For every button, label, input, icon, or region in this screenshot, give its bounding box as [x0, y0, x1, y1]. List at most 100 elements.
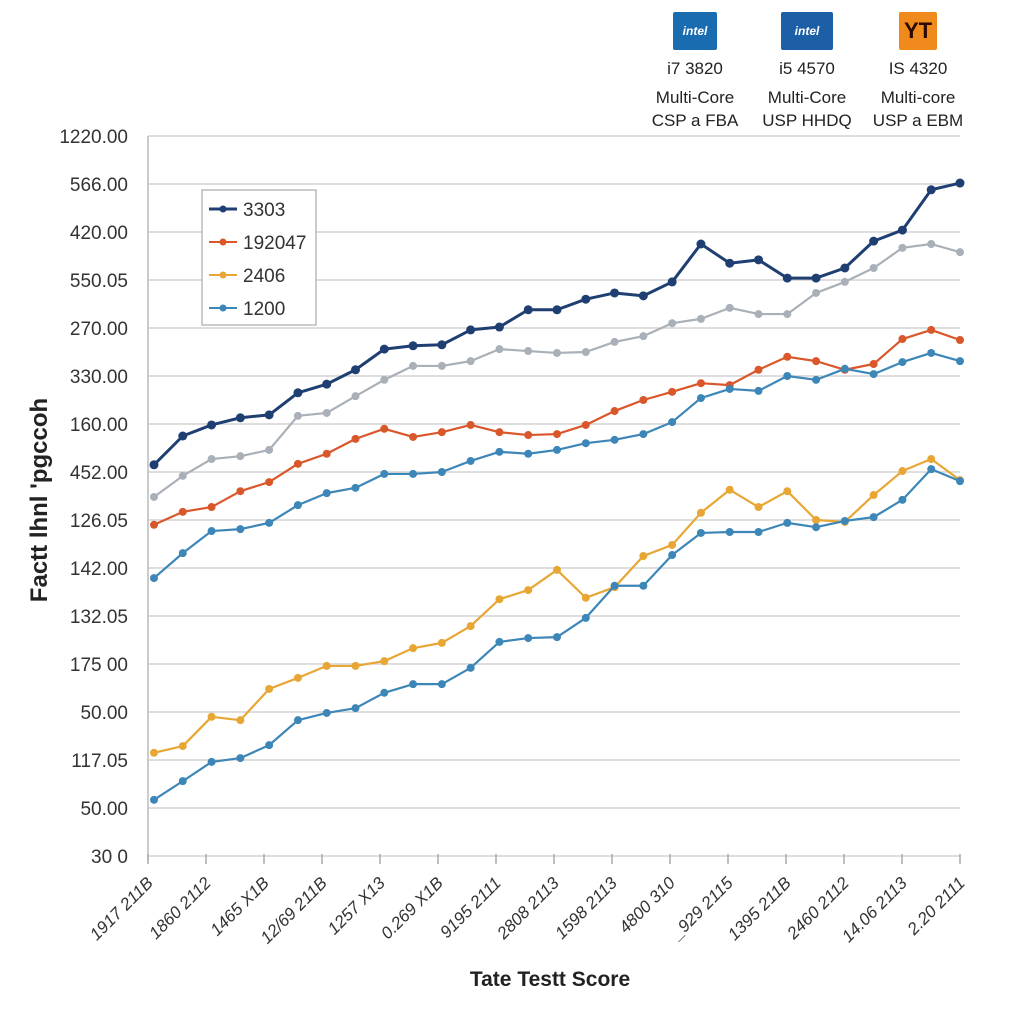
- data-point: [668, 551, 677, 560]
- data-point: [956, 248, 964, 257]
- data-point: [696, 394, 705, 403]
- data-point: [927, 348, 936, 357]
- data-point: [956, 477, 964, 486]
- data-point: [783, 518, 792, 527]
- data-point: [926, 185, 936, 195]
- data-point: [524, 347, 533, 356]
- data-point: [322, 408, 331, 417]
- data-point: [725, 384, 734, 393]
- data-point: [437, 638, 446, 647]
- data-point: [840, 277, 849, 286]
- x-tick-label: 2.20 2111: [903, 873, 969, 939]
- y-tick-label: 175 00: [70, 655, 128, 676]
- data-point: [869, 264, 878, 272]
- y-tick-label: 1220.00: [59, 127, 128, 148]
- data-point: [639, 430, 648, 439]
- data-point: [322, 708, 331, 717]
- data-point: [409, 469, 418, 478]
- data-point: [437, 428, 446, 437]
- data-point: [495, 595, 504, 604]
- data-point: [783, 352, 792, 361]
- y-tick-label: 550.05: [70, 271, 128, 292]
- data-point: [293, 411, 302, 420]
- data-point: [638, 291, 648, 301]
- data-point: [725, 485, 734, 494]
- data-point: [150, 574, 158, 583]
- data-point: [150, 795, 158, 804]
- data-point: [812, 288, 821, 297]
- data-point: [293, 501, 302, 510]
- legend-marker: [219, 238, 227, 246]
- data-point: [639, 332, 648, 341]
- data-point: [178, 777, 187, 786]
- x-tick-label: 1598 2113: [551, 873, 621, 943]
- y-tick-label: 132.05: [70, 607, 128, 628]
- data-point: [265, 445, 274, 454]
- y-tick-label: 270.00: [70, 319, 128, 340]
- data-point: [524, 634, 533, 643]
- data-point: [754, 528, 763, 536]
- data-point: [553, 445, 561, 454]
- data-point: [494, 322, 504, 332]
- data-point: [524, 449, 533, 458]
- data-point: [869, 491, 878, 500]
- data-point: [553, 633, 561, 642]
- data-point: [264, 410, 274, 420]
- data-point: [927, 455, 936, 464]
- x-tick-label: 1917 211B: [86, 873, 157, 944]
- data-point: [553, 430, 561, 439]
- data-point: [437, 680, 446, 689]
- data-point: [668, 387, 677, 396]
- data-point: [466, 622, 475, 631]
- y-tick-label: 452.00: [70, 463, 128, 484]
- data-point: [610, 407, 619, 416]
- data-point: [668, 418, 677, 427]
- data-point: [265, 741, 274, 750]
- data-point: [495, 428, 504, 437]
- data-point: [178, 549, 187, 558]
- data-point: [696, 528, 705, 537]
- y-tick-label: 566.00: [70, 175, 128, 196]
- series-line: [153, 457, 961, 754]
- data-point: [149, 460, 159, 470]
- data-point: [466, 325, 476, 335]
- data-point: [265, 478, 274, 487]
- data-point: [754, 386, 763, 395]
- data-point: [898, 467, 907, 476]
- data-point: [293, 459, 302, 468]
- data-point: [696, 239, 706, 249]
- legend-label: 3303: [243, 200, 285, 221]
- y-tick-labels: 30 0 50.00 117.05 50.00 175 00 132.05 142.00 12…: [59, 127, 128, 868]
- data-point: [150, 748, 158, 757]
- data-point: [466, 663, 475, 672]
- x-tick-labels: 1917 211B1860 21121465 X1B12/69 211B1257…: [86, 873, 969, 947]
- legend-label: 1200: [243, 299, 285, 320]
- data-point: [927, 325, 936, 334]
- x-tick-label: 1395 211B: [724, 873, 795, 944]
- data-point: [409, 644, 418, 653]
- data-point: [207, 757, 216, 766]
- data-point: [782, 273, 792, 283]
- legend-label: 2406: [243, 266, 285, 287]
- x-tick-label: 1860 2112: [145, 873, 215, 943]
- data-point: [207, 455, 216, 464]
- data-point: [955, 178, 965, 188]
- data-point: [178, 431, 188, 441]
- data-point: [322, 449, 331, 458]
- data-point: [668, 319, 677, 328]
- data-point: [898, 495, 907, 504]
- data-point: [581, 439, 590, 448]
- data-point: [581, 420, 590, 429]
- data-point: [754, 255, 763, 265]
- data-point: [610, 435, 619, 444]
- data-point: [524, 431, 533, 440]
- data-point: [380, 375, 389, 384]
- data-point: [668, 540, 677, 549]
- data-point: [610, 581, 619, 590]
- data-point: [812, 375, 821, 384]
- data-point: [869, 370, 878, 379]
- data-point: [639, 581, 648, 590]
- data-point: [437, 361, 446, 370]
- data-point: [236, 716, 245, 725]
- data-point: [409, 432, 418, 441]
